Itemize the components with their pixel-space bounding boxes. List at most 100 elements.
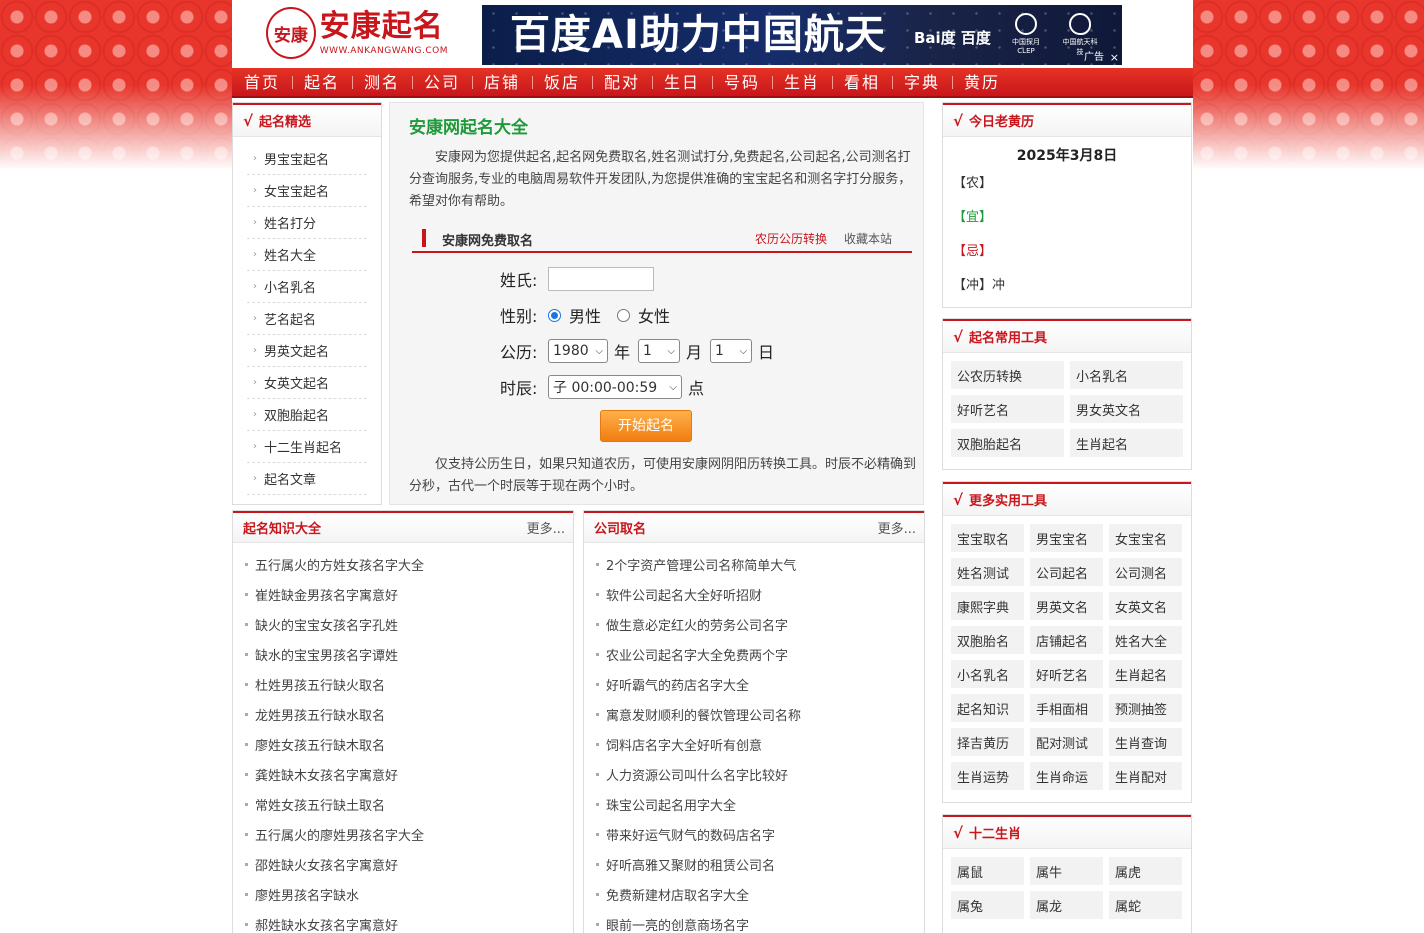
tool-link[interactable]: 配对测试	[1030, 728, 1103, 756]
tool-link[interactable]: 预测抽签	[1109, 694, 1182, 722]
left-list-item[interactable]: › 男宝宝起名	[247, 143, 367, 175]
year-select[interactable]: 1980 ⌵	[548, 339, 608, 363]
zodiac-link[interactable]: 属鼠	[951, 857, 1024, 885]
list-item[interactable]: 缺水的宝宝男孩名字谭姓	[245, 639, 573, 669]
ad-close-icon[interactable]: ×	[1110, 51, 1119, 64]
list-item[interactable]: 2个字资产管理公司名称简单大气	[596, 549, 924, 579]
list-item[interactable]: 珠宝公司起名用字大全	[596, 789, 924, 819]
tool-link[interactable]: 生肖配对	[1109, 762, 1182, 790]
tool-link[interactable]: 康熙字典	[951, 592, 1024, 620]
left-list-item[interactable]: › 姓名大全	[247, 239, 367, 271]
list-item[interactable]: 五行属火的方姓女孩名字大全	[245, 549, 573, 579]
list-item[interactable]: 廖姓女孩五行缺木取名	[245, 729, 573, 759]
zodiac-link[interactable]: 属蛇	[1109, 891, 1182, 919]
hour-select[interactable]: 子 00:00-00:59 ⌵	[548, 375, 682, 399]
list-item[interactable]: 廖姓男孩名字缺水	[245, 879, 573, 909]
female-radio[interactable]	[617, 308, 631, 322]
tool-link[interactable]: 生肖命运	[1030, 762, 1103, 790]
left-list-item[interactable]: › 十二生肖起名	[247, 431, 367, 463]
tool-link[interactable]: 小名乳名	[1070, 361, 1183, 389]
tool-link[interactable]: 择吉黄历	[951, 728, 1024, 756]
list-item[interactable]: 人力资源公司叫什么名字比较好	[596, 759, 924, 789]
list-item[interactable]: 做生意必定红火的劳务公司名字	[596, 609, 924, 639]
tool-link[interactable]: 好听艺名	[1030, 660, 1103, 688]
list-item[interactable]: 寓意发财顺利的餐饮管理公司名称	[596, 699, 924, 729]
male-radio[interactable]	[548, 308, 561, 322]
tool-link[interactable]: 小名乳名	[951, 660, 1024, 688]
tool-link[interactable]: 姓名大全	[1109, 626, 1182, 654]
nav-item[interactable]: 饭店	[532, 68, 592, 96]
list-item[interactable]: 好听霸气的药店名字大全	[596, 669, 924, 699]
list-item[interactable]: 龙姓男孩五行缺水取名	[245, 699, 573, 729]
tool-link[interactable]: 公司测名	[1109, 558, 1182, 586]
nav-item[interactable]: 配对	[592, 68, 652, 96]
nav-item[interactable]: 字典	[892, 68, 952, 96]
nav-item[interactable]: 生肖	[772, 68, 832, 96]
zodiac-link[interactable]: 属龙	[1030, 891, 1103, 919]
tool-link[interactable]: 生肖起名	[1109, 660, 1182, 688]
day-select[interactable]: 1 ⌵	[710, 339, 753, 363]
zodiac-link[interactable]: 属虎	[1109, 857, 1182, 885]
left-list-item[interactable]: › 艺名起名	[247, 303, 367, 335]
tool-link[interactable]: 男英文名	[1030, 592, 1103, 620]
company-more-link[interactable]: 更多...	[878, 518, 916, 537]
list-item[interactable]: 饲料店名字大全好听有创意	[596, 729, 924, 759]
left-list-item[interactable]: › 女宝宝起名	[247, 175, 367, 207]
calendar-convert-link[interactable]: 农历公历转换	[755, 230, 827, 247]
list-item[interactable]: 杜姓男孩五行缺火取名	[245, 669, 573, 699]
nav-item[interactable]: 起名	[292, 68, 352, 96]
nav-item[interactable]: 店铺	[472, 68, 532, 96]
tool-link[interactable]: 宝宝取名	[951, 524, 1024, 552]
left-list-item[interactable]: › 姓名打分	[247, 207, 367, 239]
surname-input[interactable]	[548, 267, 654, 291]
zodiac-link[interactable]: 属兔	[951, 891, 1024, 919]
tool-link[interactable]: 手相面相	[1030, 694, 1103, 722]
tool-link[interactable]: 公司起名	[1030, 558, 1103, 586]
nav-item[interactable]: 测名	[352, 68, 412, 96]
nav-item[interactable]: 首页	[232, 68, 292, 96]
list-item[interactable]: 眼前一亮的创意商场名字	[596, 909, 924, 933]
left-list-item[interactable]: › 双胞胎起名	[247, 399, 367, 431]
tool-link[interactable]: 双胞胎名	[951, 626, 1024, 654]
list-item[interactable]: 邵姓缺火女孩名字寓意好	[245, 849, 573, 879]
left-list-item[interactable]: › 小名乳名	[247, 271, 367, 303]
tool-link[interactable]: 男女英文名	[1070, 395, 1183, 423]
list-item[interactable]: 软件公司起名大全好听招财	[596, 579, 924, 609]
list-item[interactable]: 缺火的宝宝女孩名字孔姓	[245, 609, 573, 639]
tool-link[interactable]: 生肖查询	[1109, 728, 1182, 756]
nav-item[interactable]: 号码	[712, 68, 772, 96]
tool-link[interactable]: 生肖运势	[951, 762, 1024, 790]
nav-item[interactable]: 看相	[832, 68, 892, 96]
left-list-item[interactable]: › 起名文章	[247, 463, 367, 495]
tool-link[interactable]: 男宝宝名	[1030, 524, 1103, 552]
zodiac-link[interactable]: 属牛	[1030, 857, 1103, 885]
list-item[interactable]: 免费新建材店取名字大全	[596, 879, 924, 909]
bookmark-link[interactable]: 收藏本站	[844, 230, 892, 247]
tool-link[interactable]: 起名知识	[951, 694, 1024, 722]
list-item[interactable]: 郝姓缺水女孩名字寓意好	[245, 909, 573, 933]
start-naming-button[interactable]: 开始起名	[600, 410, 692, 442]
list-item[interactable]: 农业公司起名字大全免费两个字	[596, 639, 924, 669]
site-logo[interactable]: 安康 安康起名 WWW.ANKANGWANG.COM	[266, 6, 448, 60]
tool-link[interactable]: 女宝宝名	[1109, 524, 1182, 552]
tool-link[interactable]: 双胞胎起名	[951, 429, 1064, 457]
left-list-item[interactable]: › 男英文起名	[247, 335, 367, 367]
tool-link[interactable]: 女英文名	[1109, 592, 1182, 620]
nav-item[interactable]: 生日	[652, 68, 712, 96]
tool-link[interactable]: 好听艺名	[951, 395, 1064, 423]
tool-link[interactable]: 店铺起名	[1030, 626, 1103, 654]
month-select[interactable]: 1 ⌵	[638, 339, 681, 363]
list-item[interactable]: 崔姓缺金男孩名字寓意好	[245, 579, 573, 609]
nav-item[interactable]: 公司	[412, 68, 472, 96]
left-list-item[interactable]: › 女英文起名	[247, 367, 367, 399]
list-item[interactable]: 常姓女孩五行缺土取名	[245, 789, 573, 819]
tool-link[interactable]: 姓名测试	[951, 558, 1024, 586]
tool-link[interactable]: 生肖起名	[1070, 429, 1183, 457]
knowledge-more-link[interactable]: 更多...	[527, 518, 565, 537]
tool-link[interactable]: 公农历转换	[951, 361, 1064, 389]
list-item[interactable]: 带来好运气财气的数码店名字	[596, 819, 924, 849]
list-item[interactable]: 五行属火的廖姓男孩名字大全	[245, 819, 573, 849]
nav-item[interactable]: 黄历	[952, 68, 1012, 96]
list-item[interactable]: 好听高雅又聚财的租赁公司名	[596, 849, 924, 879]
list-item[interactable]: 龚姓缺木女孩名字寓意好	[245, 759, 573, 789]
